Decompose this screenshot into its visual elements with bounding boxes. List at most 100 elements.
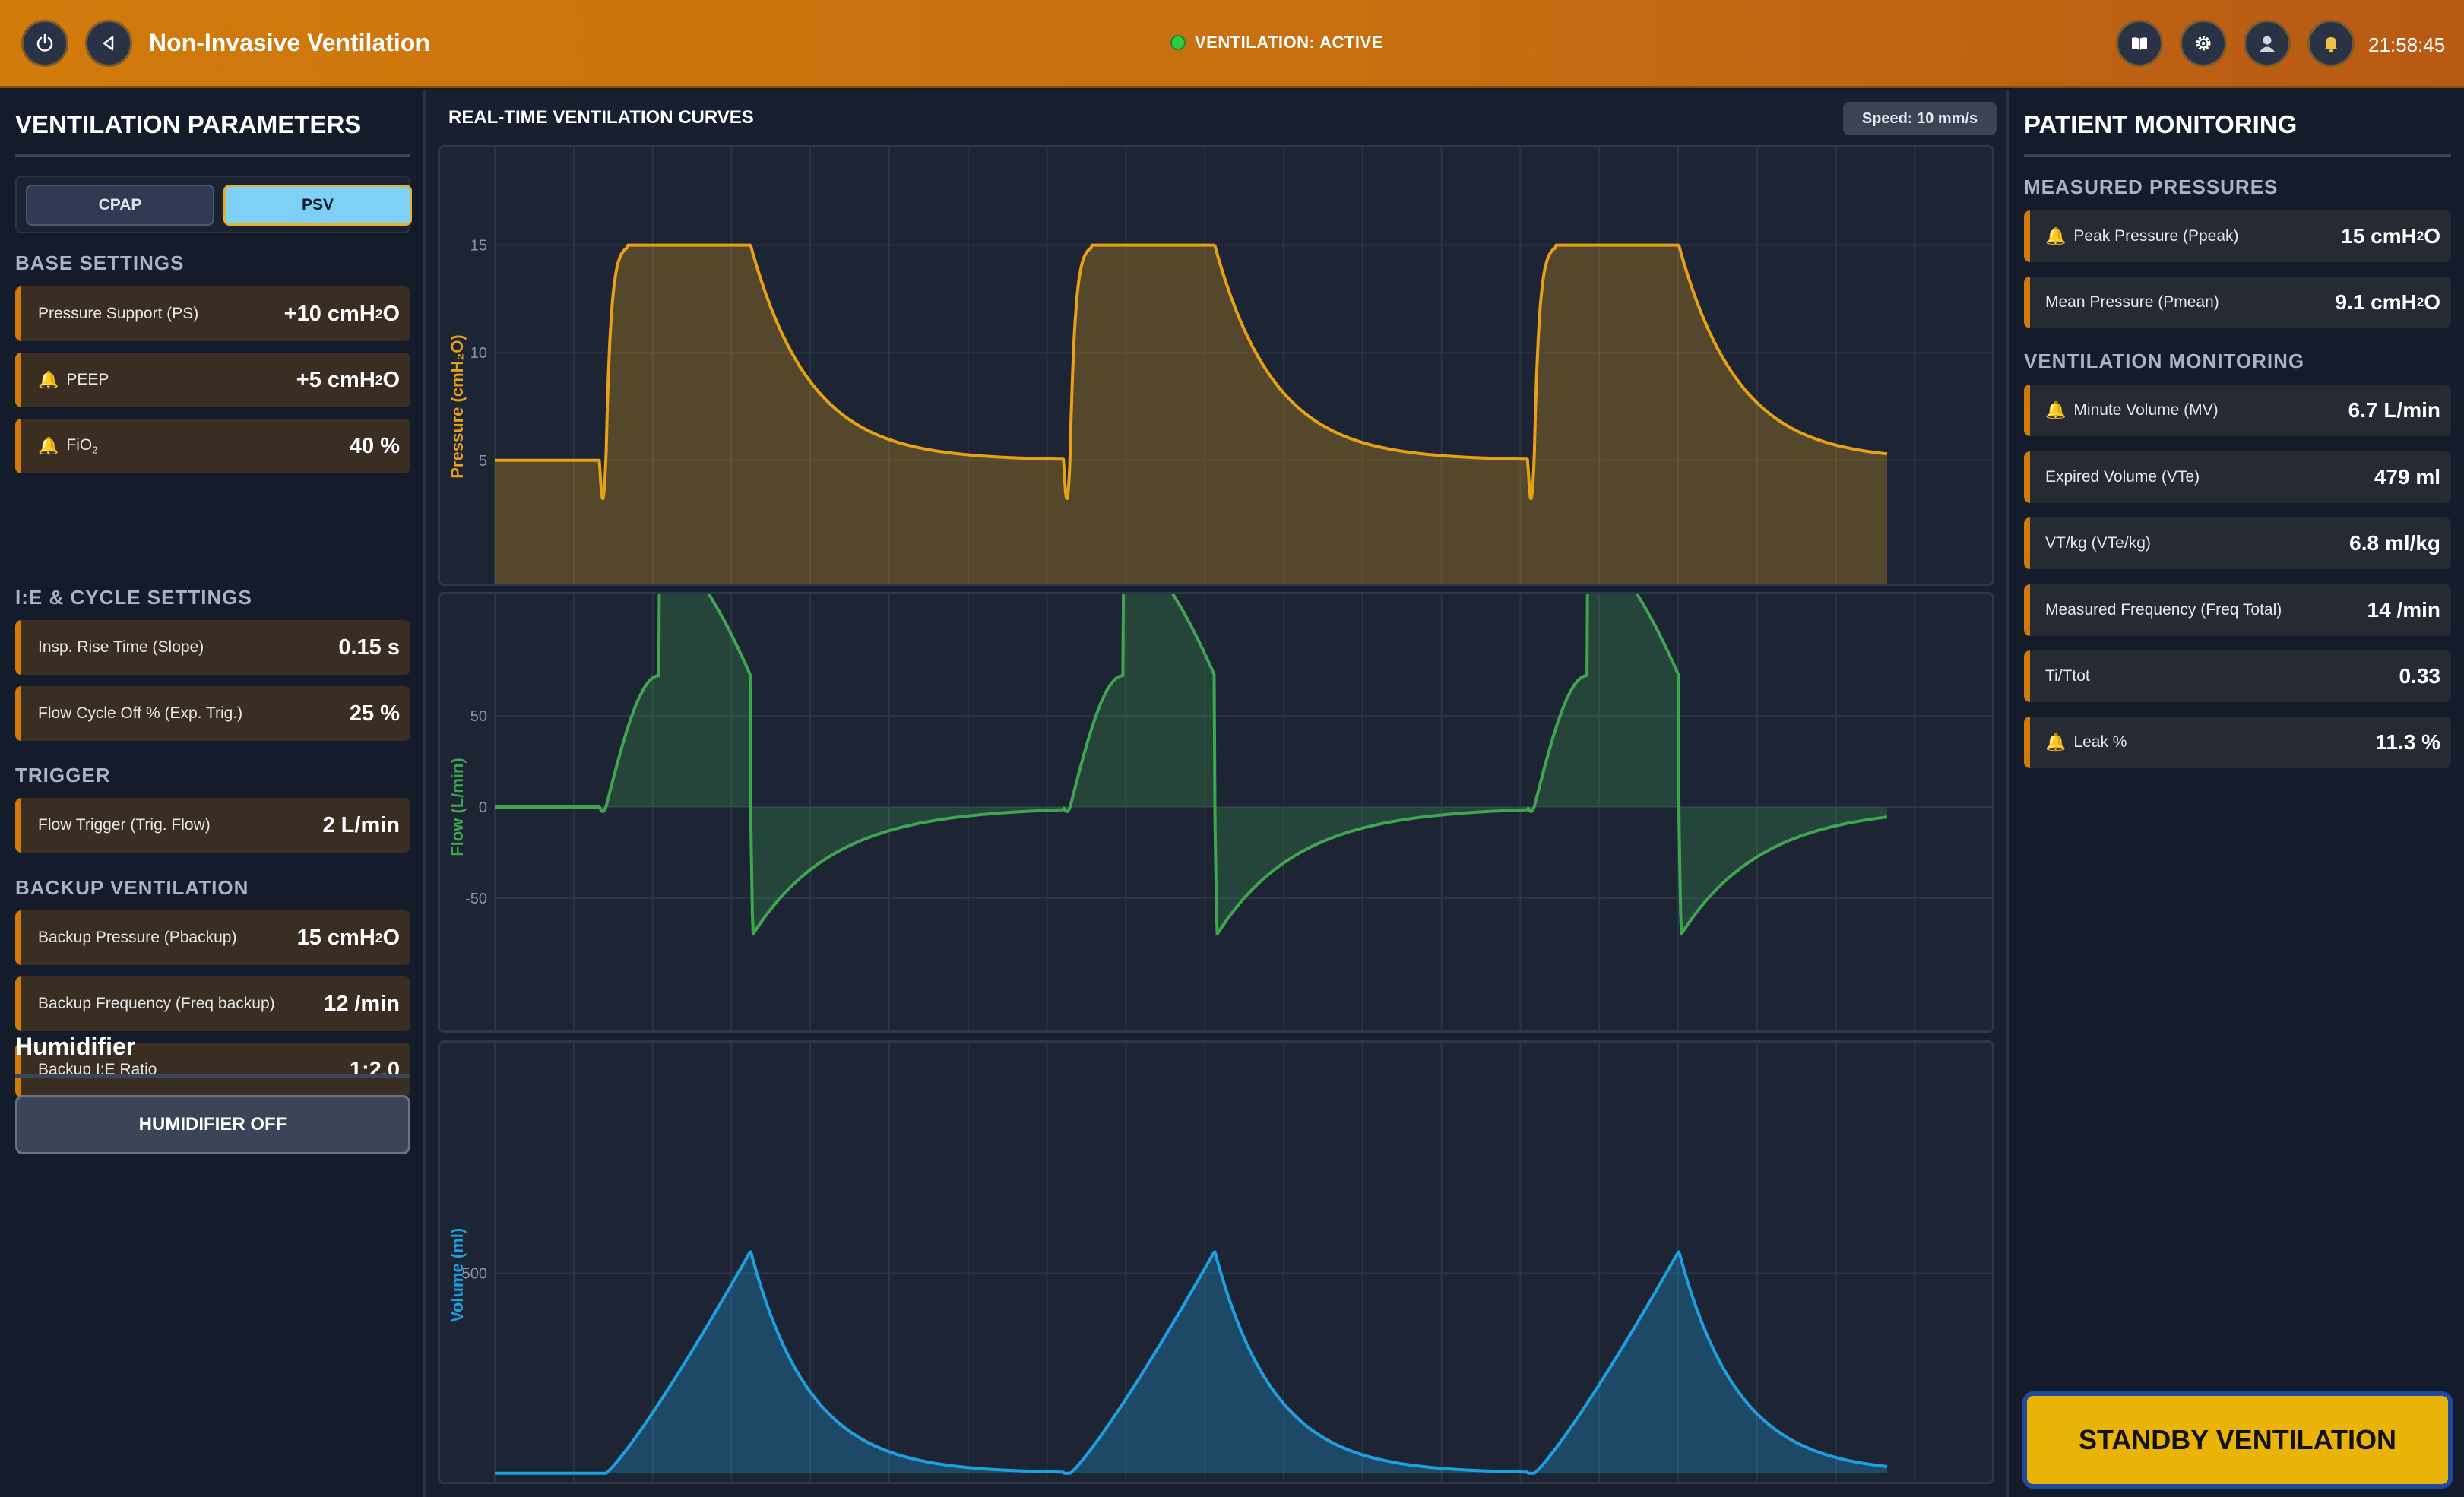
param-value: 2 L/min [322,812,400,837]
mode-cpap-button[interactable]: CPAP [26,185,214,226]
power-button[interactable] [21,20,68,67]
volume-chart-svg: 500Volume (ml) [448,1043,1992,1482]
mode-psv-button[interactable]: PSV [223,185,412,226]
bell-icon: 🔔 [38,370,59,389]
monitor-value: 14 /min [2367,598,2440,622]
monitor-ti-ttot: Ti/Ttot 0.33 [2024,650,2451,702]
monitor-mean-pressure: Mean Pressure (Pmean) 9.1 cmH 2 O [2024,277,2451,328]
monitor-label: Ti/Ttot [2045,667,2090,685]
ventilation-parameters-panel: VENTILATION PARAMETERS CPAP PSV BASE SET… [0,90,426,1497]
status-text: VENTILATION: ACTIVE [1195,33,1383,52]
param-value: 0.15 s [338,635,400,660]
section-trigger: TRIGGER [15,764,111,786]
section-ventilation-monitoring: VENTILATION MONITORING [2024,350,2305,372]
section-measured-pressures: MEASURED PRESSURES [2024,176,2279,198]
monitor-value: 6.7 L/min [2348,398,2440,422]
monitor-vt-per-kg: VT/kg (VTe/kg) 6.8 ml/kg [2024,517,2451,569]
alarms-button[interactable] [2307,20,2355,67]
param-label: Pressure Support (PS) [38,305,199,322]
axis-label: Volume (ml) [448,1228,467,1322]
param-value: 1:2.0 [349,1057,400,1082]
param-label: Flow Trigger (Trig. Flow) [38,816,211,834]
monitor-value: 6.8 ml/kg [2349,531,2440,555]
param-rise-time[interactable]: Insp. Rise Time (Slope) 0.15 s [15,620,410,675]
axis-label: Flow (L/min) [448,758,467,856]
monitor-label: Mean Pressure (Pmean) [2045,293,2219,311]
patient-button[interactable] [2244,20,2291,67]
param-value: +10 cmH 2 O [283,301,400,326]
param-value: +5 cmH 2 O [296,367,400,392]
speed-badge[interactable]: Speed: 10 mm/s [1843,102,1997,135]
status-indicator-icon [1170,35,1186,50]
pressure-chart-svg: 5 10 15 Pressure (cmH₂O) [448,147,1992,584]
panel-title: PATIENT MONITORING [2024,110,2298,138]
monitor-label: Expired Volume (VTe) [2045,468,2200,486]
param-pressure-support[interactable]: Pressure Support (PS) +10 cmH 2 O [15,286,410,341]
section-ie-cycle: I:E & CYCLE SETTINGS [15,586,252,609]
monitor-label: Peak Pressure (Ppeak) [2073,227,2239,245]
user-icon [2260,36,2275,52]
panel-title: VENTILATION PARAMETERS [15,110,362,138]
section-base-settings: BASE SETTINGS [15,252,185,274]
gear-icon [2196,36,2211,51]
monitor-label: Measured Frequency (Freq Total) [2045,601,2282,619]
param-label: Flow Cycle Off % (Exp. Trig.) [38,704,243,722]
ventilation-status: VENTILATION: ACTIVE [1170,33,1383,52]
series-fill [495,245,1887,584]
param-value: 12 /min [324,991,400,1016]
humidifier-toggle-button[interactable]: HUMIDIFIER OFF [15,1095,410,1154]
param-backup-pressure[interactable]: Backup Pressure (Pbackup) 15 cmH 2 O [15,910,410,965]
divider [15,1074,410,1078]
param-fio2[interactable]: 🔔 FiO2 40 % [15,419,410,473]
bell-icon: 🔔 [38,436,59,455]
tick-label: 5 [479,453,487,470]
curves-title: REAL-TIME VENTILATION CURVES [448,107,754,128]
top-bar: Non-Invasive Ventilation VENTILATION: AC… [0,0,2464,88]
monitor-label: Minute Volume (MV) [2073,401,2219,419]
manual-button[interactable] [2116,20,2163,67]
humidifier-title: Humidifier [15,1033,136,1060]
monitor-value: 479 ml [2374,465,2440,489]
axis-label: Pressure (cmH₂O) [448,334,467,479]
bell-icon: 🔔 [2045,733,2067,752]
param-label: FiO [66,436,93,454]
tick-label: 15 [470,238,487,255]
param-label: PEEP [66,371,109,388]
power-icon [36,33,53,52]
back-button[interactable] [85,20,132,67]
param-flow-cycle-off[interactable]: Flow Cycle Off % (Exp. Trig.) 25 % [15,686,410,741]
tick-label: 0 [479,799,487,816]
param-value: 25 % [349,701,400,726]
bell-icon [2324,37,2338,53]
bell-icon: 🔔 [2045,226,2067,245]
param-peep[interactable]: 🔔 PEEP +5 cmH 2 O [15,353,410,407]
param-label: Insp. Rise Time (Slope) [38,638,204,656]
flow-chart: -50 0 50 Flow (L/min) [438,592,1994,1033]
flow-chart-svg: -50 0 50 Flow (L/min) [448,594,1992,1030]
section-backup: BACKUP VENTILATION [15,876,249,899]
monitor-value: 0.33 [2399,664,2441,688]
param-label: Backup Frequency (Freq backup) [38,995,275,1012]
param-flow-trigger[interactable]: Flow Trigger (Trig. Flow) 2 L/min [15,798,410,853]
monitor-label: Leak % [2073,733,2127,751]
monitor-label: VT/kg (VTe/kg) [2045,534,2151,552]
volume-chart: 500 Volume (ml) [438,1040,1994,1484]
monitor-peak-pressure: 🔔 Peak Pressure (Ppeak) 15 cmH 2 O [2024,210,2451,262]
bell-icon: 🔔 [2045,400,2067,419]
pressure-chart: 5 10 15 Pressure (cmH₂O) [438,145,1994,586]
series-fill [495,1252,1887,1473]
tick-label: 50 [470,708,487,725]
settings-button[interactable] [2180,20,2227,67]
tick-label: -50 [465,891,487,907]
param-backup-frequency[interactable]: Backup Frequency (Freq backup) 12 /min [15,976,410,1031]
param-value: 40 % [349,433,400,458]
standby-ventilation-button[interactable]: STANDBY VENTILATION [2022,1391,2453,1489]
monitor-expired-volume: Expired Volume (VTe) 479 ml [2024,451,2451,503]
monitor-measured-frequency: Measured Frequency (Freq Total) 14 /min [2024,584,2451,636]
divider [15,154,410,157]
mode-selector: CPAP PSV [15,176,412,233]
curves-panel: REAL-TIME VENTILATION CURVES Speed: 10 m… [426,90,2006,1497]
tick-label: 10 [470,345,487,362]
clock: 21:58:45 [2368,33,2446,56]
param-label: Backup Pressure (Pbackup) [38,929,237,946]
